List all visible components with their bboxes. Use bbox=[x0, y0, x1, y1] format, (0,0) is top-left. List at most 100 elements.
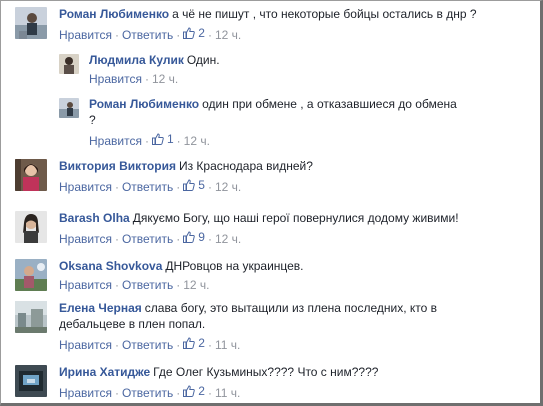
avatar-viktoria-image bbox=[15, 159, 47, 191]
timestamp[interactable]: 12 ч. bbox=[215, 180, 241, 194]
like-button[interactable]: Нравится bbox=[59, 28, 112, 42]
avatar[interactable] bbox=[15, 211, 47, 243]
comment-body: Дякуємо Богу, що наші герої повернулися … bbox=[132, 211, 459, 225]
separator: · bbox=[114, 180, 119, 194]
like-button[interactable]: Нравится bbox=[89, 72, 142, 86]
comment-body-continued: ? bbox=[89, 113, 96, 127]
like-count[interactable]: 2 bbox=[183, 335, 205, 351]
comment-body: Один. bbox=[186, 53, 220, 67]
separator: · bbox=[176, 134, 181, 148]
comment-actions: Нравится · Ответить · 2 · 12 ч. bbox=[59, 25, 540, 43]
avatar-oksana-image bbox=[15, 259, 47, 291]
separator: · bbox=[114, 338, 119, 352]
comment: Елена Черная слава богу, это вытащили из … bbox=[15, 300, 540, 364]
separator: · bbox=[176, 386, 181, 400]
comment: Ирина Хатидже Где Олег Кузьминых???? Что … bbox=[15, 364, 540, 403]
like-button[interactable]: Нравится bbox=[59, 338, 112, 352]
comment-text: Людмила Кулик Один. bbox=[89, 52, 540, 68]
avatar[interactable] bbox=[15, 259, 47, 291]
like-button[interactable]: Нравится bbox=[89, 134, 142, 148]
reply-button[interactable]: Ответить bbox=[122, 232, 173, 246]
reply-button[interactable]: Ответить bbox=[122, 278, 173, 292]
timestamp[interactable]: 12 ч. bbox=[152, 72, 178, 86]
like-button[interactable]: Нравится bbox=[59, 386, 112, 400]
timestamp[interactable]: 11 ч. bbox=[215, 338, 240, 352]
timestamp[interactable]: 12 ч. bbox=[183, 278, 209, 292]
avatar[interactable] bbox=[15, 7, 47, 39]
separator: · bbox=[114, 28, 119, 42]
avatar[interactable] bbox=[59, 54, 79, 74]
separator: · bbox=[176, 180, 181, 194]
comment-author[interactable]: Barash Olha bbox=[59, 211, 130, 225]
separator: · bbox=[114, 232, 119, 246]
comment-text: Barash Olha Дякуємо Богу, що наші герої п… bbox=[59, 210, 540, 226]
timestamp[interactable]: 12 ч. bbox=[184, 134, 210, 148]
like-button[interactable]: Нравится bbox=[59, 180, 112, 194]
comment-body: Где Олег Кузьминых???? Что с ним???? bbox=[153, 365, 379, 379]
separator: · bbox=[176, 28, 181, 42]
separator: · bbox=[144, 134, 149, 148]
separator: · bbox=[207, 338, 212, 352]
timestamp[interactable]: 11 ч. bbox=[215, 386, 240, 400]
timestamp[interactable]: 12 ч. bbox=[215, 28, 241, 42]
like-count[interactable]: 9 bbox=[183, 229, 205, 245]
comment-actions: Нравится · 1 · 12 ч. bbox=[89, 131, 540, 149]
like-count-value: 2 bbox=[198, 384, 205, 398]
comment: Роман Любименко а чё не пишут , что некот… bbox=[15, 6, 540, 52]
comment-actions: Нравится · Ответить · 9 · 12 ч. bbox=[59, 229, 540, 247]
thumbs-up-icon bbox=[183, 179, 196, 191]
avatar[interactable] bbox=[15, 159, 47, 191]
like-count[interactable]: 2 bbox=[183, 383, 205, 399]
like-count-value: 5 bbox=[198, 178, 205, 192]
comment-author[interactable]: Людмила Кулик bbox=[89, 53, 184, 67]
comment-text: Роман Любименко один при обмене , а отказ… bbox=[89, 96, 540, 128]
comment-body: а чё не пишут , что некоторые бойцы оста… bbox=[172, 7, 477, 21]
separator: · bbox=[144, 72, 149, 86]
like-count-value: 2 bbox=[198, 26, 205, 40]
comment-body: один при обмене , а отказавшиеся до обме… bbox=[202, 97, 457, 111]
comment-body-continued: дебальцеве в плен попал. bbox=[59, 317, 206, 331]
comment-text: Ирина Хатидже Где Олег Кузьминых???? Что … bbox=[59, 364, 540, 380]
thumbs-up-icon bbox=[151, 133, 164, 145]
like-count-value: 9 bbox=[198, 230, 205, 244]
like-button[interactable]: Нравится bbox=[59, 278, 112, 292]
comment-actions: Нравится · Ответить · 2 · 11 ч. bbox=[59, 335, 540, 353]
reply-button[interactable]: Ответить bbox=[122, 180, 173, 194]
reply-button[interactable]: Ответить bbox=[122, 338, 173, 352]
like-count[interactable]: 1 bbox=[151, 131, 174, 147]
comment-author[interactable]: Елена Черная bbox=[59, 301, 142, 315]
comment: Виктория Виктория Из Краснодара видней? Н… bbox=[15, 158, 540, 210]
separator: · bbox=[207, 180, 212, 194]
reply-button[interactable]: Ответить bbox=[122, 386, 173, 400]
reply-button[interactable]: Ответить bbox=[122, 28, 173, 42]
comment: Oksana Shovkova ДНРовцов на украинцев. Нр… bbox=[15, 258, 540, 300]
comment-author[interactable]: Роман Любименко bbox=[59, 7, 169, 21]
comment-author[interactable]: Ирина Хатидже bbox=[59, 365, 150, 379]
like-count[interactable]: 2 bbox=[183, 25, 205, 41]
comments-panel: Роман Любименко а чё не пишут , что некот… bbox=[0, 0, 543, 406]
avatar[interactable] bbox=[15, 301, 47, 333]
like-count-value: 2 bbox=[198, 336, 205, 350]
thumbs-up-icon bbox=[183, 231, 196, 243]
reply-comment: Людмила Кулик Один. Нравится · 12 ч. bbox=[59, 52, 540, 96]
reply-comment: Роман Любименко один при обмене , а отказ… bbox=[59, 96, 540, 158]
comment-body: ДНРовцов на украинцев. bbox=[165, 259, 304, 273]
separator: · bbox=[176, 232, 181, 246]
comment-author[interactable]: Oksana Shovkova bbox=[59, 259, 162, 273]
like-count[interactable]: 5 bbox=[183, 177, 205, 193]
comment-author[interactable]: Роман Любименко bbox=[89, 97, 199, 111]
comment-actions: Нравится · Ответить · 2 · 11 ч. bbox=[59, 383, 540, 401]
avatar-roman-image bbox=[59, 98, 79, 118]
like-button[interactable]: Нравится bbox=[59, 232, 112, 246]
thumbs-up-icon bbox=[183, 337, 196, 349]
separator: · bbox=[207, 232, 212, 246]
separator: · bbox=[176, 338, 181, 352]
comment-body: Из Краснодара видней? bbox=[178, 159, 313, 173]
separator: · bbox=[176, 278, 181, 292]
comment-author[interactable]: Виктория Виктория bbox=[59, 159, 176, 173]
avatar-roman-image bbox=[15, 7, 47, 39]
comment-body: слава богу, это вытащили из плена послед… bbox=[144, 301, 438, 315]
avatar[interactable] bbox=[15, 365, 47, 397]
avatar[interactable] bbox=[59, 98, 79, 118]
timestamp[interactable]: 12 ч. bbox=[215, 232, 241, 246]
